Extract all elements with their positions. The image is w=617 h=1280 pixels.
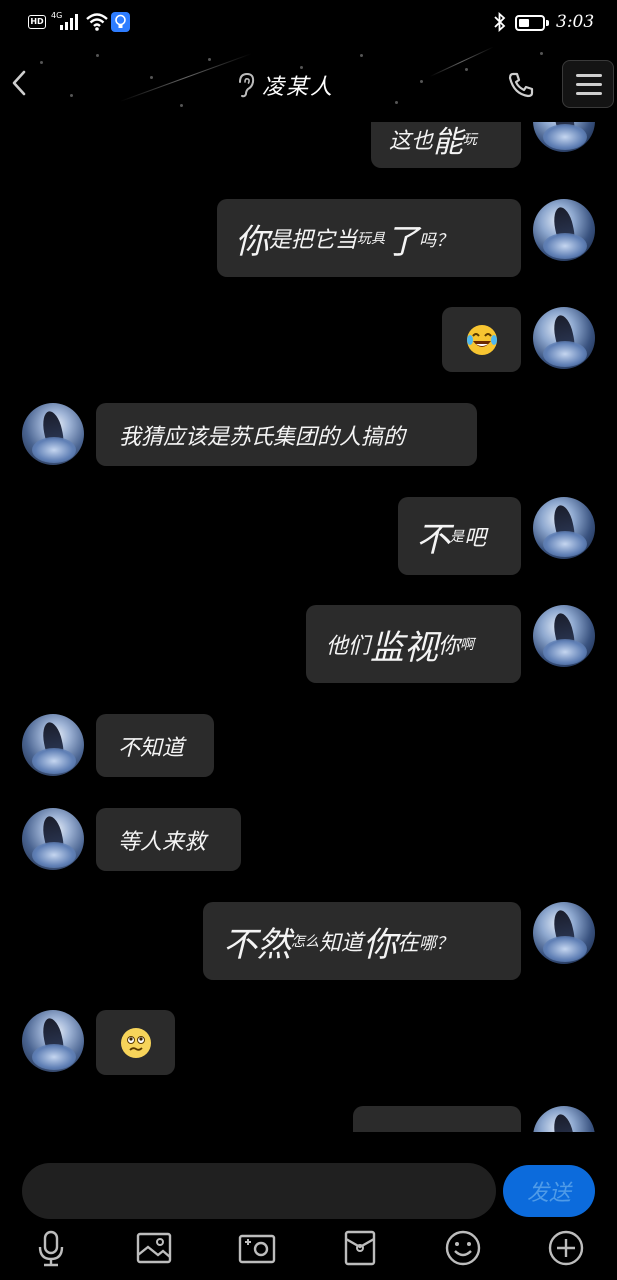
my-avatar[interactable] <box>533 199 595 261</box>
message-bubble-sent[interactable]: 不是吧 <box>398 497 521 575</box>
my-avatar[interactable] <box>533 122 595 152</box>
input-toolbar <box>0 1222 617 1280</box>
contact-avatar[interactable] <box>22 403 84 465</box>
message-bubble-received[interactable]: 我猜应该是苏氏集团的人搞的 <box>96 403 477 466</box>
wifi-icon <box>86 13 108 31</box>
ear-icon <box>239 72 255 98</box>
hd-badge: HD <box>28 15 46 29</box>
message-list[interactable]: 这也能玩 你是把它当 玩具了吗？ 我猜应该是苏氏集团的人搞的 不是吧 他们 监视你啊 <box>0 122 617 1132</box>
message-input[interactable] <box>22 1163 496 1219</box>
my-avatar[interactable] <box>533 1106 595 1132</box>
signal-icon <box>60 14 78 30</box>
message-bubble-received[interactable]: 不知道 <box>96 714 214 777</box>
my-avatar[interactable] <box>533 307 595 369</box>
face-with-tears-of-joy-icon <box>466 324 497 355</box>
phone-icon[interactable] <box>506 70 536 100</box>
my-avatar[interactable] <box>533 497 595 559</box>
lightbulb-icon <box>111 12 130 32</box>
message-bubble-sent[interactable]: 那 <box>353 1106 521 1132</box>
status-time: 3:03 <box>556 12 595 32</box>
message-bubble-sent[interactable]: 不然 怎么 知道你在哪？ <box>203 902 521 980</box>
message-bubble-sent[interactable] <box>442 307 521 372</box>
contact-avatar[interactable] <box>22 1010 84 1072</box>
compose-bar: 发送 <box>0 1150 617 1230</box>
bluetooth-icon <box>494 12 506 32</box>
send-button[interactable]: 发送 <box>503 1165 595 1217</box>
worried-face-icon <box>120 1027 151 1058</box>
chat-title: 凌某人 <box>262 75 335 100</box>
gallery-icon[interactable] <box>134 1228 174 1268</box>
battery-icon <box>515 15 549 31</box>
message-bubble-received[interactable]: 等人来救 <box>96 808 241 871</box>
chat-header: 凌某人 <box>0 46 617 122</box>
menu-icon[interactable] <box>562 60 614 108</box>
back-icon[interactable] <box>6 66 34 100</box>
emoji-icon[interactable] <box>443 1228 483 1268</box>
title-area[interactable]: 凌某人 <box>236 68 334 102</box>
plus-icon[interactable] <box>546 1228 586 1268</box>
message-bubble-sent[interactable]: 你是把它当 玩具了吗？ <box>217 199 521 277</box>
contact-avatar[interactable] <box>22 714 84 776</box>
my-avatar[interactable] <box>533 902 595 964</box>
status-bar: HD 4G 3:03 <box>0 0 617 46</box>
message-bubble-sent[interactable]: 他们 监视你啊 <box>306 605 521 683</box>
microphone-icon[interactable] <box>31 1228 71 1268</box>
red-packet-icon[interactable] <box>340 1228 380 1268</box>
contact-avatar[interactable] <box>22 808 84 870</box>
my-avatar[interactable] <box>533 605 595 667</box>
message-bubble-sent[interactable]: 这也能玩 <box>371 122 521 168</box>
camera-icon[interactable] <box>237 1228 277 1268</box>
message-bubble-received[interactable] <box>96 1010 175 1075</box>
